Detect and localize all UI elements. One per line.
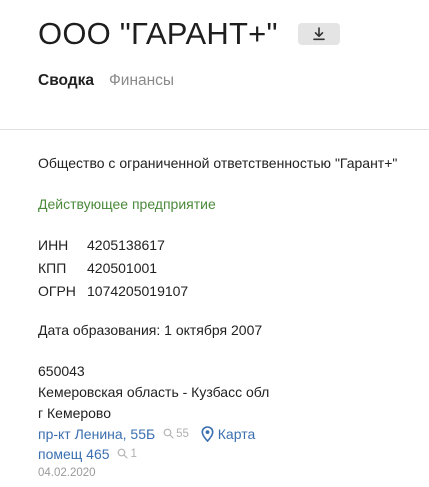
tabs: Сводка Финансы (38, 72, 174, 90)
inn-label: ИНН (38, 237, 69, 253)
street-count: 55 (176, 427, 189, 440)
address-date: 04.02.2020 (38, 467, 96, 479)
address-city: г Кемерово (38, 405, 111, 421)
download-button[interactable] (297, 23, 340, 45)
address-street-row: пр-кт Ленина, 55Б 55 Карта (38, 426, 255, 442)
status-text: Действующее предприятие (38, 196, 216, 212)
kpp-value: 420501001 (87, 260, 158, 276)
ogrn-value: 1074205019107 (87, 283, 189, 299)
address-zip: 650043 (38, 363, 85, 379)
inn-value: 4205138617 (87, 237, 165, 253)
address-region: Кемеровская область - Кузбасс обл (38, 384, 270, 400)
inn-row: ИНН 4205138617 (38, 237, 165, 253)
office-count: 1 (130, 447, 137, 460)
tab-summary[interactable]: Сводка (38, 72, 94, 90)
ogrn-row: ОГРН 1074205019107 (38, 283, 188, 299)
search-icon (118, 448, 129, 459)
search-icon (163, 428, 174, 439)
office-link[interactable]: помещ 465 (38, 446, 110, 462)
ogrn-label: ОГРН (38, 283, 76, 299)
map-link[interactable]: Карта (218, 426, 255, 442)
company-full-name: Общество с ограниченной ответственностью… (38, 155, 398, 171)
map-pin-icon (201, 426, 214, 442)
address-office-row: помещ 465 1 (38, 446, 137, 462)
header: ООО "ГАРАНТ+" (38, 14, 340, 54)
kpp-row: КПП 420501001 (38, 260, 157, 276)
tab-finance[interactable]: Финансы (109, 72, 174, 90)
founded-date: Дата образования: 1 октября 2007 (38, 322, 263, 338)
page-title: ООО "ГАРАНТ+" (38, 16, 278, 51)
download-icon (312, 27, 325, 41)
street-link[interactable]: пр-кт Ленина, 55Б (38, 426, 155, 442)
street-search-count[interactable]: 55 (163, 428, 189, 440)
kpp-label: КПП (38, 260, 67, 276)
divider (0, 129, 429, 130)
office-search-count[interactable]: 1 (117, 447, 137, 460)
